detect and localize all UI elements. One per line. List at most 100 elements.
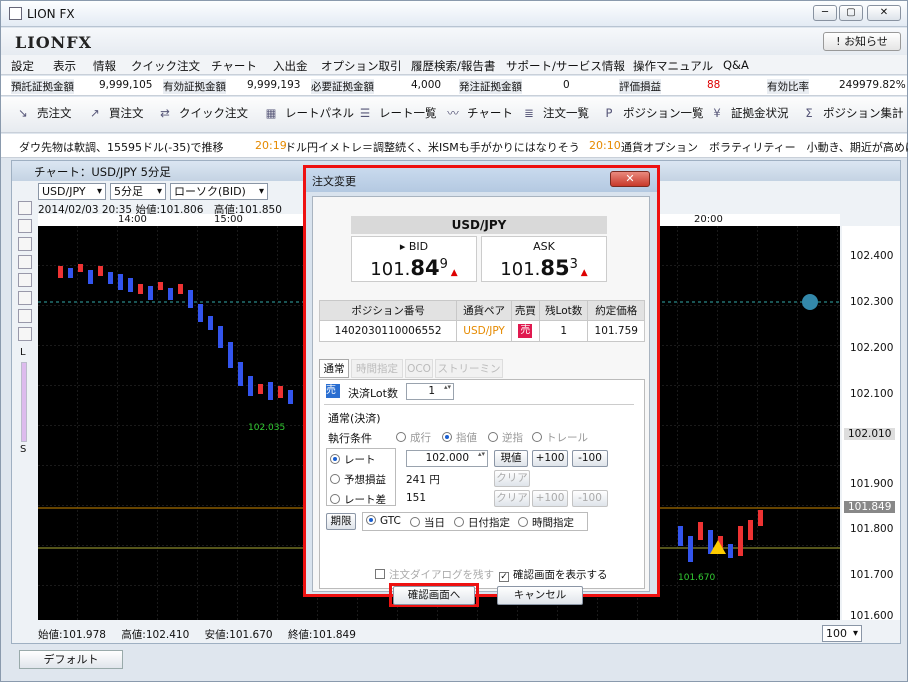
position-list-button[interactable]: P ポジション一覧 (601, 105, 704, 121)
menu-deposit[interactable]: 入出金 (273, 58, 308, 74)
order-panel: 売 決済Lot数 1 通常(決済) 執行条件 成行 指値 逆指 トレール レート… (319, 379, 645, 589)
lot-label: 決済Lot数 (348, 387, 398, 400)
clear-button-2[interactable]: クリア (494, 490, 530, 507)
acct-label: 有効比率 (767, 79, 809, 94)
close-value: 終値:101.849 (287, 629, 356, 641)
keep-dialog-checkbox[interactable]: 注文ダイアログを残す (375, 567, 494, 582)
radio-expected[interactable]: 予想損益 (330, 472, 386, 487)
side-badge: 売 (326, 384, 340, 398)
price-label: 102.300 (850, 296, 894, 308)
news-item[interactable]: ドル円イメトレ＝調整続く、米ISMも手がかりにはなりそう (285, 139, 580, 155)
menu-settings[interactable]: 設定 (11, 58, 34, 74)
exec-label: 執行条件 (328, 432, 372, 445)
fib-tool-icon[interactable] (18, 255, 32, 269)
clear-button[interactable]: クリア (494, 470, 530, 487)
menu-view[interactable]: 表示 (53, 58, 76, 74)
position-summary-button[interactable]: Σ ポジション集計 (801, 105, 903, 121)
workspace-tabbar: デフォルト (11, 648, 901, 670)
pen-tool-icon[interactable] (18, 219, 32, 233)
window-title: LION FX (27, 7, 75, 21)
bid-quote[interactable]: ▸ BID 101.849 ▲ (351, 236, 477, 282)
exec-trail[interactable]: トレール (532, 430, 588, 445)
term-time[interactable]: 時間指定 (518, 515, 574, 530)
menu-qa[interactable]: Q&A (723, 58, 749, 72)
minus100-button-2[interactable]: -100 (572, 490, 608, 507)
position-lots: 1 (538, 320, 589, 342)
price-axis: 102.400 102.300 102.200 102.100 102.010 … (842, 226, 900, 622)
copy-tool-icon[interactable] (18, 327, 32, 341)
rate-panel-button[interactable]: ▦ レートパネル (263, 105, 354, 121)
cursor-tool-icon[interactable] (18, 201, 32, 215)
position-table: ポジション番号 通貨ペア 売買 残Lot数 約定価格 1402030110006… (318, 300, 645, 342)
cancel-button[interactable]: キャンセル (497, 586, 583, 605)
plus100-button[interactable]: +100 (532, 450, 568, 467)
quick-order-button[interactable]: ⇄ クイック注文 (157, 105, 248, 121)
toolbar-label: ポジション一覧 (623, 106, 704, 120)
acct-value: 9,999,105 (99, 79, 153, 91)
menu-options[interactable]: オプション取引 (321, 58, 402, 74)
radio-rate[interactable]: レート (330, 452, 376, 467)
time-label: 20:00 (694, 214, 723, 225)
position-side: 売 (510, 320, 540, 342)
ask-label: ASK (533, 240, 555, 253)
rate-input[interactable]: 102.000 (406, 450, 488, 467)
price-label: 101.600 (850, 610, 894, 622)
current-price-button[interactable]: 現値 (494, 450, 528, 467)
rate-list-button[interactable]: ☰ レート一覧 (357, 105, 437, 121)
exec-stop[interactable]: 逆指 (488, 430, 523, 445)
exec-limit[interactable]: 指値 (442, 430, 477, 445)
acct-value: 249979.82% (839, 79, 906, 91)
menu-support[interactable]: サポート/サービス情報 (506, 58, 625, 74)
zoom-slider[interactable] (21, 362, 27, 442)
sell-order-button[interactable]: ↘ 売注文 (15, 105, 71, 121)
radio-diff[interactable]: レート差 (330, 492, 386, 507)
lot-stepper[interactable]: 1 (406, 383, 454, 400)
grid-tool-icon[interactable] (18, 273, 32, 287)
menu-chart[interactable]: チャート (211, 58, 257, 74)
minus100-button[interactable]: -100 (572, 450, 608, 467)
margin-status-button[interactable]: ¥ 証拠金状況 (709, 105, 788, 121)
order-list-button[interactable]: ≣ 注文一覧 (521, 105, 589, 121)
term-gtc[interactable]: GTC (366, 515, 401, 527)
window-tool-icon[interactable] (18, 291, 32, 305)
print-tool-icon[interactable] (18, 309, 32, 323)
zoom-select[interactable]: 100 (822, 625, 862, 642)
maximize-button[interactable]: ▢ (839, 5, 863, 21)
ask-quote[interactable]: ASK 101.853 ▲ (481, 236, 607, 282)
news-item[interactable]: 通貨オプション ボラティリティー 小動き、期近が高めに推移 (621, 139, 908, 155)
price-label: 102.100 (850, 388, 894, 400)
buy-arrow-icon: ↗ (90, 106, 100, 120)
chart-icon: 〰 (447, 106, 459, 120)
tab-oco[interactable]: OCO (405, 359, 433, 378)
time-label: 14:00 (118, 214, 147, 225)
menu-quick-order[interactable]: クイック注文 (131, 58, 200, 74)
news-item[interactable]: ダウ先物は軟調、15595ドル(-35)で推移 (19, 139, 224, 155)
tab-streaming[interactable]: ストリーミング (435, 359, 503, 393)
dialog-close-icon[interactable]: ✕ (610, 171, 650, 187)
menu-history[interactable]: 履歴検索/報告書 (411, 58, 495, 74)
term-today[interactable]: 当日 (410, 515, 445, 530)
notice-button[interactable]: ! お知らせ (823, 32, 901, 51)
pair-select[interactable]: USD/JPY (38, 183, 106, 200)
dialog-body: USD/JPY ▸ BID 101.849 ▲ ASK 101.853 ▲ ポジ… (312, 196, 650, 607)
tab-default[interactable]: デフォルト (19, 650, 123, 669)
period-select[interactable]: 5分足 (110, 183, 166, 200)
buy-order-button[interactable]: ↗ 買注文 (87, 105, 143, 121)
acct-label: 必要証拠金額 (311, 79, 374, 94)
tab-time[interactable]: 時間指定 (351, 359, 403, 378)
chart-type-select[interactable]: ローソク(BID) (170, 183, 268, 200)
menu-manual[interactable]: 操作マニュアル (633, 58, 713, 74)
close-button[interactable]: ✕ (867, 5, 901, 21)
confirm-button[interactable]: 確認画面へ (393, 586, 475, 605)
show-confirm-checkbox[interactable]: ✓ 確認画面を表示する (499, 567, 608, 582)
plus100-button-2[interactable]: +100 (532, 490, 568, 507)
minimize-button[interactable]: ─ (813, 5, 837, 21)
exec-market[interactable]: 成行 (396, 430, 431, 445)
menu-info[interactable]: 情報 (93, 58, 116, 74)
position-price: 101.759 (587, 320, 645, 342)
term-date[interactable]: 日付指定 (454, 515, 510, 530)
trendline-tool-icon[interactable] (18, 237, 32, 251)
sell-arrow-icon: ↘ (18, 106, 28, 120)
chart-button[interactable]: 〰チャート (445, 105, 513, 121)
tab-normal[interactable]: 通常 (319, 359, 349, 378)
